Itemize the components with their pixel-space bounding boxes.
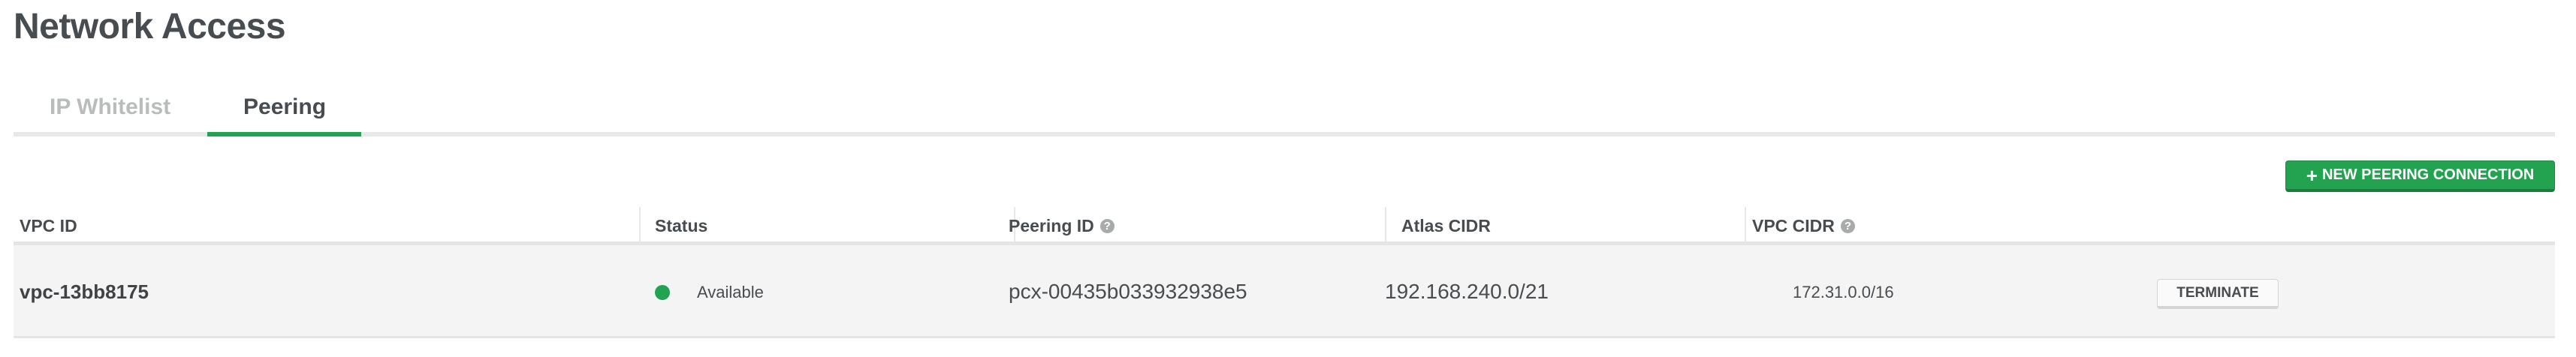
help-icon[interactable]: ? — [1840, 219, 1855, 233]
help-icon[interactable]: ? — [1099, 219, 1115, 233]
peering-id-cell: pcx-00435b033932938e5 — [1009, 280, 1247, 303]
column-divider — [1745, 207, 1746, 242]
vpc-cidr-cell: 172.31.0.0/16 — [1793, 283, 1894, 302]
column-header-status: Status — [655, 216, 707, 236]
column-header-peering-id: Peering ID? — [1009, 216, 1115, 236]
column-header-label: VPC CIDR — [1752, 216, 1835, 236]
terminate-button[interactable]: TERMINATE — [2157, 279, 2279, 309]
page-title: Network Access — [14, 7, 286, 46]
new-peering-connection-label: NEW PEERING CONNECTION — [2321, 166, 2535, 183]
vpc-id-cell: vpc-13bb8175 — [20, 280, 149, 303]
plus-icon: + — [2306, 164, 2318, 187]
column-header-label: Peering ID — [1009, 216, 1094, 236]
status-available-icon — [655, 285, 670, 300]
status-cell: Available — [697, 283, 764, 302]
column-header-vpc-cidr: VPC CIDR? — [1752, 216, 1855, 236]
atlas-cidr-cell: 192.168.240.0/21 — [1385, 280, 1549, 303]
column-divider — [1385, 207, 1386, 242]
column-header-vpc-id: VPC ID — [20, 216, 77, 236]
column-divider — [639, 207, 641, 242]
column-header-label: VPC ID — [20, 216, 77, 236]
tab-bar-divider — [14, 132, 2555, 136]
new-peering-connection-button[interactable]: + NEW PEERING CONNECTION — [2285, 160, 2555, 192]
column-header-label: Status — [655, 216, 708, 236]
tab-peering[interactable]: Peering — [243, 94, 326, 120]
tab-ip-whitelist[interactable]: IP Whitelist — [50, 94, 170, 120]
column-header-atlas-cidr: Atlas CIDR — [1401, 216, 1491, 236]
column-header-label: Atlas CIDR — [1401, 216, 1491, 236]
active-tab-indicator — [207, 132, 361, 136]
